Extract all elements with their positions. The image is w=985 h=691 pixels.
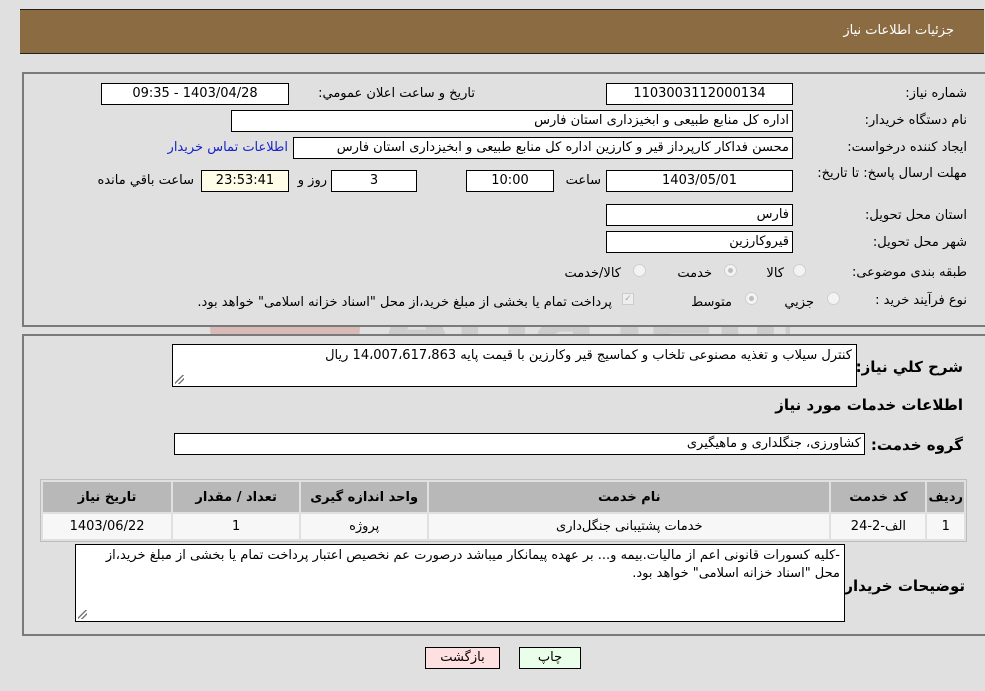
announce-label: تاریخ و ساعت اعلان عمومي: bbox=[318, 86, 475, 101]
deadline-time-label: ساعت bbox=[565, 173, 601, 188]
remaining-time-field[interactable]: 23:53:41 bbox=[201, 170, 289, 192]
deadline-label: مهلت ارسال پاسخ: تا تاریخ: bbox=[817, 166, 967, 181]
back-button[interactable]: بازگشت bbox=[425, 647, 500, 669]
col-service-name: نام خدمت bbox=[429, 482, 830, 512]
process-radio-minor[interactable] bbox=[827, 292, 840, 305]
announce-field[interactable]: 1403/04/28 - 09:35 bbox=[101, 83, 289, 105]
province-field[interactable]: فارس bbox=[606, 204, 793, 226]
resize-grip-icon[interactable] bbox=[175, 375, 184, 384]
need-number-field[interactable]: 1103003112000134 bbox=[606, 83, 793, 105]
services-table: ردیف کد خدمت نام خدمت واحد اندازه گیری ت… bbox=[40, 479, 967, 542]
category-option-goods-service: کالا/خدمت bbox=[564, 266, 621, 281]
cell-quantity: 1 bbox=[173, 514, 300, 539]
remaining-label: ساعت باقي مانده bbox=[97, 173, 194, 188]
payment-note: پرداخت تمام یا بخشی از مبلغ خرید،از محل … bbox=[197, 295, 612, 310]
category-option-service: خدمت bbox=[677, 266, 712, 281]
province-label: استان محل تحویل: bbox=[865, 208, 967, 223]
services-section-title: اطلاعات خدمات مورد نیاز bbox=[775, 396, 963, 414]
buyer-org-field[interactable]: اداره کل منابع طبیعی و ابخیزداری استان ف… bbox=[231, 110, 793, 132]
city-field[interactable]: قیروکارزین bbox=[606, 231, 793, 253]
summary-text: کنترل سیلاب و تغذیه مصنوعی تلخاب و کماسی… bbox=[325, 348, 852, 363]
service-group-field[interactable]: کشاورزی، جنگلداری و ماهیگیری bbox=[174, 433, 865, 455]
creator-field[interactable]: محسن فداکار کارپرداز قیر و کارزین اداره … bbox=[293, 137, 793, 159]
buyer-org-label: نام دستگاه خریدار: bbox=[864, 113, 967, 128]
cell-need-date: 1403/06/22 bbox=[43, 514, 172, 539]
process-option-minor: جزيي bbox=[784, 295, 814, 310]
category-option-goods: کالا bbox=[766, 266, 784, 281]
buyer-notes-label: توضیحات خریدار: bbox=[838, 577, 965, 595]
col-quantity: تعداد / مقدار bbox=[173, 482, 300, 512]
process-label: نوع فرآیند خرید : bbox=[875, 293, 967, 308]
col-service-code: کد خدمت bbox=[831, 482, 926, 512]
cell-service-name: خدمات پشتیبانی جنگل‌داری bbox=[429, 514, 830, 539]
deadline-date-field[interactable]: 1403/05/01 bbox=[606, 170, 793, 192]
cell-service-code: الف-2-24 bbox=[831, 514, 926, 539]
deadline-time-field[interactable]: 10:00 bbox=[466, 170, 554, 192]
service-group-label: گروه خدمت: bbox=[870, 436, 963, 454]
col-need-date: تاریخ نیاز bbox=[43, 482, 172, 512]
summary-textarea[interactable]: کنترل سیلاب و تغذیه مصنوعی تلخاب و کماسی… bbox=[172, 344, 857, 387]
resize-grip-icon[interactable] bbox=[78, 610, 87, 619]
page-title: جزئیات اطلاعات نیاز bbox=[843, 23, 954, 38]
table-header-row: ردیف کد خدمت نام خدمت واحد اندازه گیری ت… bbox=[43, 482, 964, 512]
table-row: 1 الف-2-24 خدمات پشتیبانی جنگل‌داری پروژ… bbox=[43, 514, 964, 539]
buyer-notes-text: -کلیه کسورات قانونی اعم از مالیات.بیمه و… bbox=[105, 548, 840, 581]
days-remaining-field[interactable]: 3 bbox=[331, 170, 417, 192]
creator-label: ایجاد کننده درخواست: bbox=[847, 140, 967, 155]
process-radio-medium[interactable] bbox=[745, 292, 758, 305]
need-number-label: شماره نیاز: bbox=[905, 86, 967, 101]
buyer-contact-link[interactable]: اطلاعات تماس خریدار bbox=[168, 140, 288, 155]
city-label: شهر محل تحویل: bbox=[872, 235, 967, 250]
buyer-notes-textarea[interactable]: -کلیه کسورات قانونی اعم از مالیات.بیمه و… bbox=[75, 544, 845, 622]
col-unit: واحد اندازه گیری bbox=[301, 482, 428, 512]
category-label: طبقه بندی موضوعی: bbox=[851, 265, 967, 280]
col-row-number: ردیف bbox=[927, 482, 964, 512]
print-button[interactable]: چاپ bbox=[519, 647, 581, 669]
category-radio-goods[interactable] bbox=[793, 264, 806, 277]
page-header: جزئیات اطلاعات نیاز bbox=[20, 9, 984, 54]
category-radio-goods-service[interactable] bbox=[633, 264, 646, 277]
category-radio-service[interactable] bbox=[724, 264, 737, 277]
payment-checkbox[interactable]: ✓ bbox=[622, 293, 634, 305]
summary-label: شرح کلي نیاز: bbox=[855, 358, 963, 376]
cell-row-number: 1 bbox=[927, 514, 964, 539]
cell-unit: پروژه bbox=[301, 514, 428, 539]
process-option-medium: متوسط bbox=[691, 295, 732, 310]
days-label: روز و bbox=[297, 173, 327, 188]
